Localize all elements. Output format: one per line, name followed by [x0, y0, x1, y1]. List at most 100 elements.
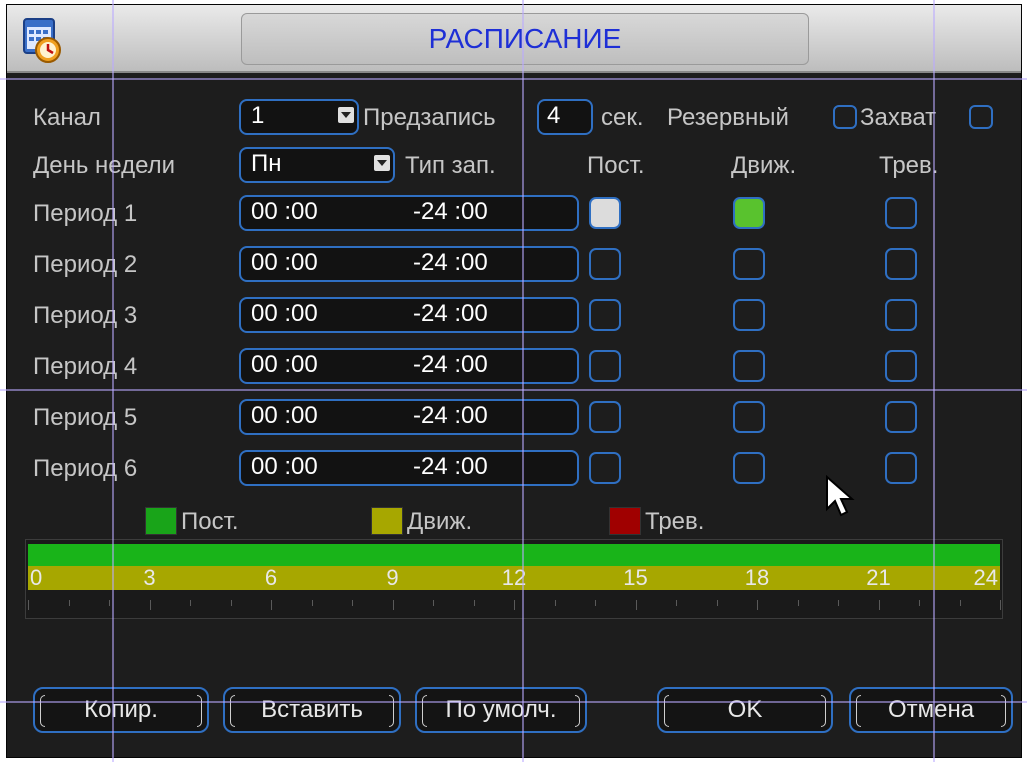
period-label: Период 6 [33, 455, 138, 482]
timeline-tick [149, 600, 151, 610]
redundant-label: Резервный [667, 104, 789, 131]
period-motion-checkbox[interactable] [733, 350, 765, 382]
period-end-time[interactable]: -24 :00 [413, 452, 488, 482]
period-label: Период 2 [33, 251, 138, 278]
period-time-range[interactable]: 00 :00 -24 :00 [239, 399, 579, 435]
timeline-tick [919, 600, 920, 606]
period-alarm-checkbox[interactable] [885, 299, 917, 331]
period-time-range[interactable]: 00 :00 -24 :00 [239, 348, 579, 384]
period-start-time[interactable]: 00 :00 [251, 248, 318, 278]
channel-value: 1 [251, 102, 265, 129]
title-box: РАСПИСАНИЕ [241, 13, 809, 65]
period-alarm-checkbox[interactable] [885, 452, 917, 484]
snapshot-checkbox[interactable] [969, 105, 993, 129]
period-end-time[interactable]: -24 :00 [413, 299, 488, 329]
day-label: День недели [33, 152, 176, 179]
period-start-time[interactable]: 00 :00 [251, 452, 318, 482]
timeline-hour-label: 0 [30, 565, 43, 590]
timeline-tick [28, 600, 29, 610]
grid-line [112, 0, 114, 762]
timeline-tick [797, 600, 799, 606]
record-type-label: Тип зап. [405, 152, 496, 179]
timeline-tick [352, 600, 353, 606]
timeline-tick [68, 600, 70, 606]
period-end-time[interactable]: -24 :00 [413, 401, 488, 431]
snapshot-label: Захват [860, 104, 937, 131]
timeline-tick [878, 600, 880, 610]
period-alarm-checkbox[interactable] [885, 248, 917, 280]
timeline-tick [595, 600, 596, 606]
chevron-down-icon[interactable] [338, 107, 354, 123]
copy-button[interactable]: Копир. [33, 687, 209, 733]
timeline-tick [109, 600, 110, 606]
ok-button[interactable]: OK [657, 687, 833, 733]
grid-line [933, 0, 935, 762]
period-start-time[interactable]: 00 :00 [251, 299, 318, 329]
mouse-cursor-icon [826, 475, 855, 517]
cancel-button[interactable]: Отмена [849, 687, 1013, 733]
title-bar: РАСПИСАНИЕ [7, 5, 1021, 73]
period-time-range[interactable]: 00 :00 -24 :00 [239, 297, 579, 333]
period-regular-checkbox[interactable] [589, 248, 621, 280]
timeline-tick [554, 600, 556, 606]
period-regular-checkbox[interactable] [589, 197, 621, 229]
default-button[interactable]: По умолч. [415, 687, 587, 733]
period-start-time[interactable]: 00 :00 [251, 350, 318, 380]
period-time-range[interactable]: 00 :00 -24 :00 [239, 246, 579, 282]
period-regular-checkbox[interactable] [589, 350, 621, 382]
timeline-hour-label: 21 [866, 565, 891, 590]
day-value: Пн [251, 150, 282, 177]
prerecord-value: 4 [547, 102, 561, 129]
channel-select[interactable]: 1 [239, 99, 359, 135]
prerecord-input[interactable]: 4 [537, 99, 593, 135]
timeline-hour-label: 6 [264, 565, 278, 590]
period-time-range[interactable]: 00 :00 -24 :00 [239, 450, 579, 486]
period-end-time[interactable]: -24 :00 [413, 350, 488, 380]
timeline-tick [271, 600, 272, 610]
period-regular-checkbox[interactable] [589, 299, 621, 331]
period-alarm-checkbox[interactable] [885, 197, 917, 229]
timeline-tick [392, 600, 394, 610]
timeline-tick [838, 600, 839, 606]
prerecord-unit: сек. [601, 104, 644, 131]
timeline-regular-bar [28, 544, 1000, 566]
day-select[interactable]: Пн [239, 147, 395, 183]
timeline-tick [230, 600, 232, 606]
period-alarm-checkbox[interactable] [885, 401, 917, 433]
timeline-tick [433, 600, 434, 606]
timeline-hour-label: 15 [623, 565, 648, 590]
schedule-timeline: 0 3 6 9 12 15 18 21 24 [25, 539, 1003, 619]
schedule-window: РАСПИСАНИЕ Канал 1 Предзапись 4 сек. Рез… [6, 4, 1022, 758]
redundant-checkbox[interactable] [833, 105, 857, 129]
period-end-time[interactable]: -24 :00 [413, 248, 488, 278]
paste-button[interactable]: Вставить [223, 687, 401, 733]
timeline-tick [757, 600, 758, 610]
grid-line [0, 389, 1027, 391]
period-label: Период 3 [33, 302, 138, 329]
period-motion-checkbox[interactable] [733, 197, 765, 229]
legend-swatch-regular [145, 507, 177, 535]
period-motion-checkbox[interactable] [733, 299, 765, 331]
period-regular-checkbox[interactable] [589, 452, 621, 484]
period-motion-checkbox[interactable] [733, 248, 765, 280]
col-regular: Пост. [587, 152, 645, 179]
channel-label: Канал [33, 104, 101, 131]
legend-swatch-alarm [609, 507, 641, 535]
timeline-tick [311, 600, 313, 606]
col-motion: Движ. [731, 152, 797, 179]
period-time-range[interactable]: 00 :00 -24 :00 [239, 195, 579, 231]
period-alarm-checkbox[interactable] [885, 350, 917, 382]
period-motion-checkbox[interactable] [733, 452, 765, 484]
calendar-clock-icon [23, 18, 61, 63]
timeline-tick [473, 600, 475, 606]
legend-regular-label: Пост. [181, 508, 239, 535]
period-motion-checkbox[interactable] [733, 401, 765, 433]
grid-line [0, 701, 1027, 703]
period-end-time[interactable]: -24 :00 [413, 197, 488, 227]
period-regular-checkbox[interactable] [589, 401, 621, 433]
chevron-down-icon[interactable] [374, 155, 390, 171]
period-start-time[interactable]: 00 :00 [251, 401, 318, 431]
legend-alarm-label: Трев. [645, 508, 705, 535]
period-start-time[interactable]: 00 :00 [251, 197, 318, 227]
timeline-tick [716, 600, 718, 606]
